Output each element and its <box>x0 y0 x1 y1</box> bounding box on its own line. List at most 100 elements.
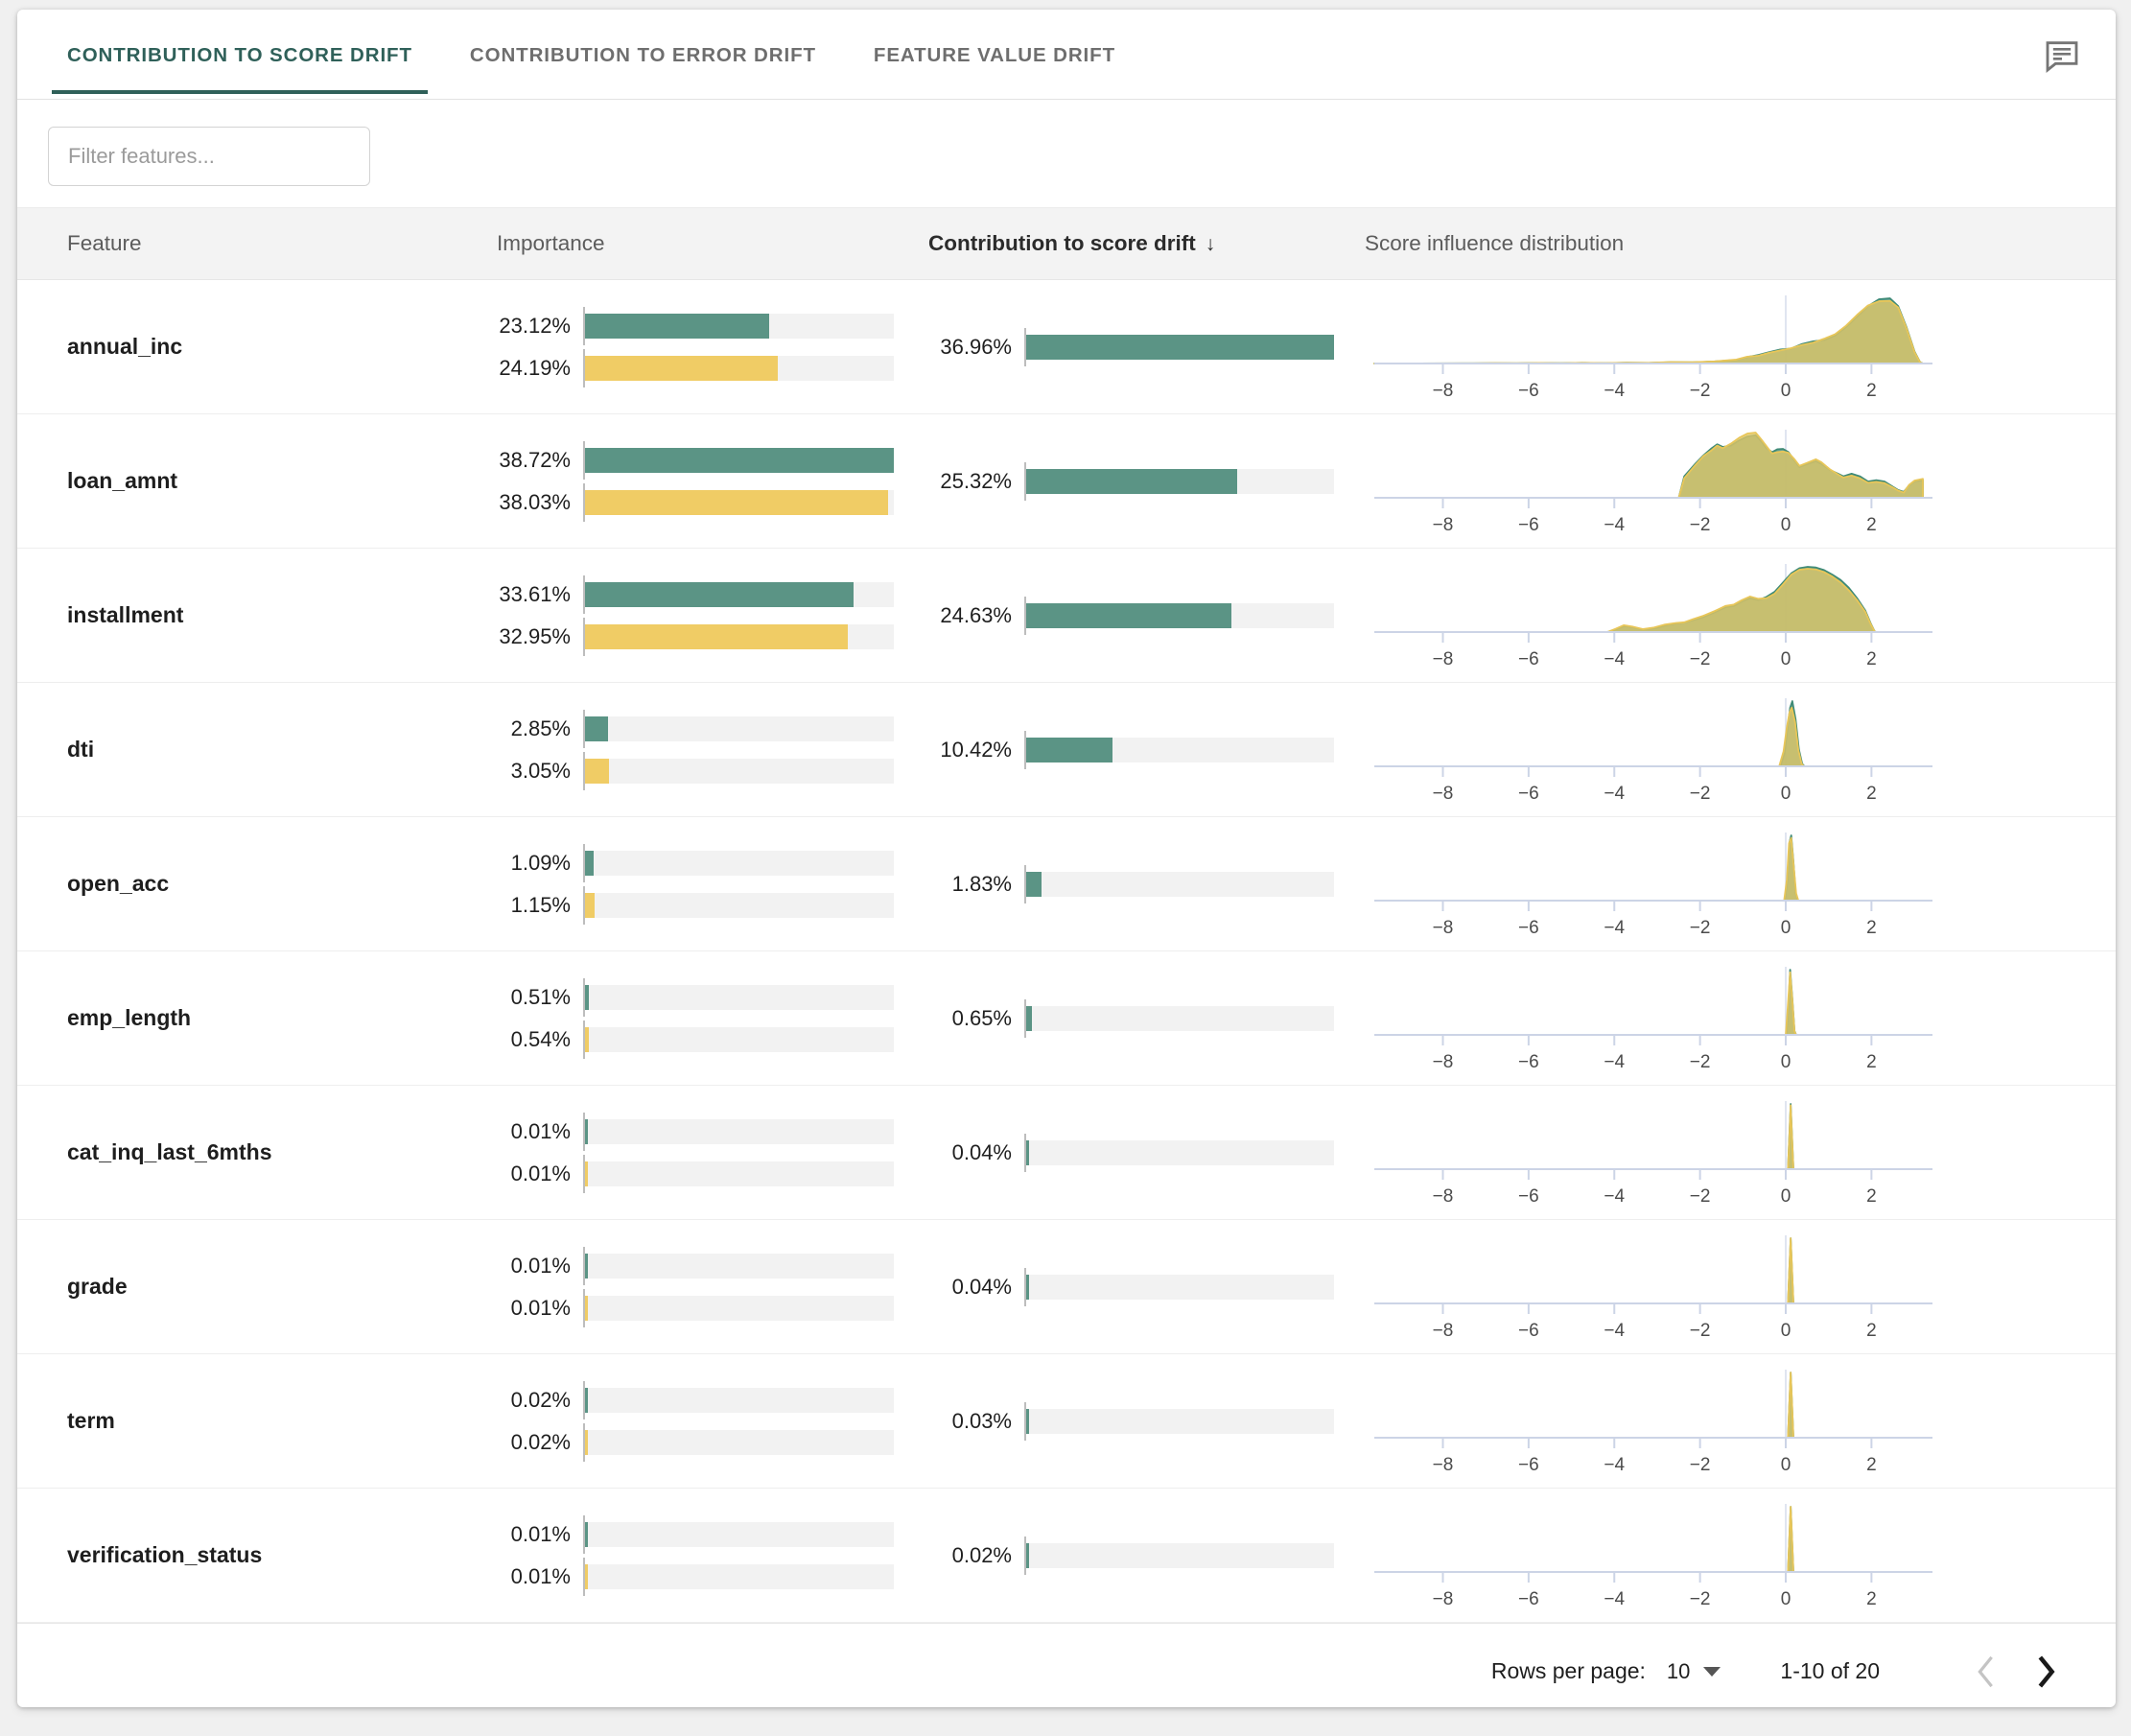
bar-fill <box>585 489 889 515</box>
importance-bars: 0.01% 0.01% <box>497 1112 928 1193</box>
importance-current-bar: 1.15% <box>497 885 928 925</box>
tab-feature-value-drift[interactable]: FEATURE VALUE DRIFT <box>858 44 1131 94</box>
svg-text:2: 2 <box>1866 1052 1877 1072</box>
importance-bars: 0.02% 0.02% <box>497 1380 928 1462</box>
bar-fill <box>1026 1274 1029 1300</box>
svg-text:−2: −2 <box>1690 1052 1711 1072</box>
column-header-score-influence-distribution[interactable]: Score influence distribution <box>1365 231 2116 256</box>
importance-current-value: 0.54% <box>510 1026 571 1051</box>
contribution-value: 25.32% <box>940 468 1012 493</box>
importance-reference-track <box>583 977 894 1017</box>
importance-reference-value: 23.12% <box>499 313 571 338</box>
bar-fill <box>585 1295 588 1321</box>
comment-icon[interactable] <box>2043 36 2081 75</box>
importance-current-track <box>583 1288 894 1327</box>
contribution-value: 24.63% <box>940 602 1012 627</box>
contribution-track <box>1024 1267 1334 1306</box>
contribution-bar: 24.63% <box>928 596 1365 635</box>
contribution-track <box>1024 596 1334 635</box>
bar-fill <box>585 716 608 741</box>
importance-current-value: 3.05% <box>510 758 571 783</box>
importance-reference-track <box>583 843 894 882</box>
table-row[interactable]: grade 0.01% 0.01% 0.04% −8 −6 −4 −2 0 2 <box>17 1220 2116 1354</box>
table-row[interactable]: term 0.02% 0.02% 0.03% −8 −6 −4 −2 0 2 <box>17 1354 2116 1489</box>
importance-reference-track <box>583 306 894 345</box>
svg-text:0: 0 <box>1781 381 1791 401</box>
bar-fill <box>585 850 595 876</box>
importance-reference-bar: 0.01% <box>497 1112 928 1151</box>
tab-contribution-to-score-drift[interactable]: CONTRIBUTION TO SCORE DRIFT <box>52 44 428 94</box>
table-row[interactable]: verification_status 0.01% 0.01% 0.02% −8 −6 −4… <box>17 1489 2116 1623</box>
svg-text:−2: −2 <box>1690 649 1711 669</box>
bar-fill <box>585 1521 588 1547</box>
importance-reference-bar: 0.02% <box>497 1380 928 1419</box>
importance-reference-track <box>583 1380 894 1419</box>
feature-name: dti <box>67 737 95 762</box>
svg-text:−6: −6 <box>1518 784 1539 804</box>
svg-text:−8: −8 <box>1433 784 1454 804</box>
importance-reference-bar: 1.09% <box>497 843 928 882</box>
contribution-track <box>1024 730 1334 769</box>
contribution-track <box>1024 1133 1334 1172</box>
column-header-importance[interactable]: Importance <box>497 231 928 256</box>
svg-text:0: 0 <box>1781 784 1791 804</box>
table-row[interactable]: loan_amnt 38.72% 38.03% 25.32% −8 −6 −4 −2 0 2 <box>17 414 2116 549</box>
table-row[interactable]: cat_inq_last_6mths 0.01% 0.01% 0.04% −8 −6 −4−… <box>17 1086 2116 1220</box>
contribution-bar-group: 25.32% <box>928 461 1365 501</box>
feature-name: installment <box>67 602 184 627</box>
svg-text:−4: −4 <box>1604 784 1625 804</box>
bar-fill <box>585 1026 590 1052</box>
table-row[interactable]: open_acc 1.09% 1.15% 1.83% −8 −6 −4 −2 0 2 <box>17 817 2116 951</box>
bar-fill <box>585 1563 588 1589</box>
importance-current-value: 0.01% <box>510 1563 571 1588</box>
bar-fill <box>585 581 854 607</box>
feature-name: open_acc <box>67 871 170 896</box>
next-page-button[interactable] <box>2024 1650 2068 1694</box>
filter-features-input[interactable] <box>48 127 370 186</box>
svg-text:−8: −8 <box>1433 1455 1454 1475</box>
tab-bar: CONTRIBUTION TO SCORE DRIFT CONTRIBUTION … <box>17 10 2116 100</box>
svg-text:−2: −2 <box>1690 1589 1711 1609</box>
svg-text:−8: −8 <box>1433 1321 1454 1341</box>
table-row[interactable]: annual_inc 23.12% 24.19% 36.96% −8 −6 −4 −2 0 2 <box>17 280 2116 414</box>
tab-contribution-to-error-drift[interactable]: CONTRIBUTION TO ERROR DRIFT <box>455 44 831 94</box>
contribution-bar: 36.96% <box>928 327 1365 366</box>
contribution-bar-group: 36.96% <box>928 327 1365 366</box>
importance-current-track <box>583 617 894 656</box>
contribution-bar: 1.83% <box>928 864 1365 903</box>
svg-text:0: 0 <box>1781 918 1791 938</box>
table-row[interactable]: emp_length 0.51% 0.54% 0.65% −8 −6 −4 −2 0 2 <box>17 951 2116 1086</box>
bar-fill <box>1026 334 1334 360</box>
svg-text:2: 2 <box>1866 1186 1877 1207</box>
rows-per-page-select[interactable]: 10 <box>1667 1659 1721 1684</box>
importance-reference-value: 33.61% <box>499 581 571 606</box>
importance-reference-value: 0.01% <box>510 1118 571 1143</box>
svg-text:−4: −4 <box>1604 1052 1625 1072</box>
bar-fill <box>585 1118 588 1144</box>
feature-name: verification_status <box>67 1542 263 1567</box>
svg-text:0: 0 <box>1781 1186 1791 1207</box>
contribution-track <box>1024 461 1334 501</box>
contribution-bar-group: 1.83% <box>928 864 1365 903</box>
bar-fill <box>585 313 770 339</box>
table-row[interactable]: installment 33.61% 32.95% 24.63% −8 −6 −4 −2 0 2 <box>17 549 2116 683</box>
svg-text:−8: −8 <box>1433 381 1454 401</box>
bar-fill <box>585 1253 588 1279</box>
contribution-bar: 25.32% <box>928 461 1365 501</box>
importance-current-bar: 32.95% <box>497 617 928 656</box>
previous-page-button[interactable] <box>1964 1650 2008 1694</box>
contribution-bar-group: 10.42% <box>928 730 1365 769</box>
contribution-track <box>1024 1401 1334 1441</box>
table-row[interactable]: dti 2.85% 3.05% 10.42% −8 −6 −4 −2 0 2 <box>17 683 2116 817</box>
column-header-feature[interactable]: Feature <box>17 231 497 256</box>
bar-fill <box>1026 871 1042 897</box>
score-influence-distribution-chart: −8 −6 −4 −2 0 2 <box>1369 1499 1944 1612</box>
svg-text:0: 0 <box>1781 1321 1791 1341</box>
svg-text:−4: −4 <box>1604 1321 1625 1341</box>
svg-text:−8: −8 <box>1433 1186 1454 1207</box>
column-header-contribution-to-score-drift[interactable]: Contribution to score drift ↓ <box>928 231 1365 256</box>
score-influence-distribution-chart: −8 −6 −4 −2 0 2 <box>1369 291 1944 404</box>
tab-list: CONTRIBUTION TO SCORE DRIFT CONTRIBUTION … <box>17 10 2116 94</box>
importance-current-value: 0.01% <box>510 1295 571 1320</box>
score-influence-distribution-chart: −8 −6 −4 −2 0 2 <box>1369 1231 1944 1344</box>
